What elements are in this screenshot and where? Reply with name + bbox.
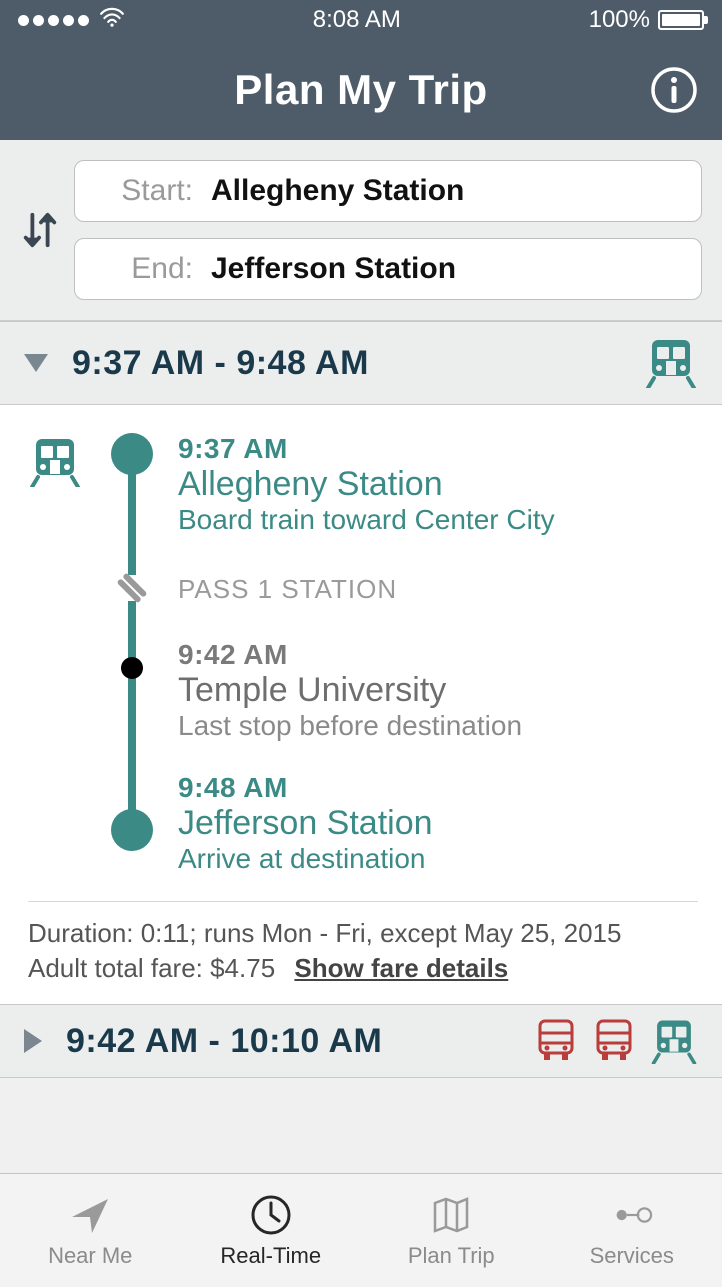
option-1-header[interactable]: 9:37 AM - 9:48 AM [0,321,722,405]
start-input[interactable]: Start: Allegheny Station [74,160,702,222]
end-value: Jefferson Station [211,252,456,286]
tab-near-me[interactable]: Near Me [0,1174,181,1287]
battery-percent: 100% [589,6,650,34]
bus-icon [592,1018,636,1062]
stop-mid: 9:42 AM Temple University Last stop befo… [178,639,698,742]
page-title: Plan My Trip [234,66,487,114]
timeline-dot-start [111,433,153,475]
timeline-dot-end [111,809,153,851]
info-button[interactable] [650,66,698,114]
battery-icon [658,10,704,30]
swap-button[interactable] [20,206,60,254]
tab-real-time-label: Real-Time [220,1243,321,1269]
option-1-detail: 9:37 AM Allegheny Station Board train to… [0,405,722,1004]
wifi-icon [99,6,125,35]
start-label: Start: [93,174,193,208]
chevron-down-icon [24,354,48,372]
depart-sub: Board train toward Center City [178,504,698,536]
swap-icon [20,206,60,254]
trip-inputs: Start: Allegheny Station End: Jefferson … [0,140,722,321]
status-time: 8:08 AM [313,6,401,34]
pass-stations-label: PASS 1 STATION [178,574,698,605]
timeline [104,433,160,873]
status-left [18,6,125,35]
option-1-time: 9:37 AM - 9:48 AM [72,344,369,383]
tab-services-label: Services [590,1243,674,1269]
fields: Start: Allegheny Station End: Jefferson … [74,160,702,300]
option-2-header[interactable]: 9:42 AM - 10:10 AM [0,1004,722,1078]
show-fare-details-link[interactable]: Show fare details [294,953,508,983]
option-2-time: 9:42 AM - 10:10 AM [66,1022,382,1061]
tab-bar: Near Me Real-Time Plan Trip Services [0,1173,722,1287]
tab-plan-trip-label: Plan Trip [408,1243,495,1269]
stop-depart: 9:37 AM Allegheny Station Board train to… [178,433,698,536]
status-bar: 8:08 AM 100% [0,0,722,40]
mid-sub: Last stop before destination [178,710,698,742]
compass-icon [68,1193,112,1237]
end-label: End: [93,252,193,286]
option-1-modes [644,338,698,388]
map-icon [429,1193,473,1237]
start-value: Allegheny Station [211,174,464,208]
services-icon [610,1193,654,1237]
bus-icon [534,1018,578,1062]
stop-arrive: 9:48 AM Jefferson Station Arrive at dest… [178,772,698,875]
arrive-sub: Arrive at destination [178,843,698,875]
tab-plan-trip[interactable]: Plan Trip [361,1174,542,1287]
clock-icon [249,1193,293,1237]
fare-line: Adult total fare: $4.75 [28,953,275,983]
info-icon [650,66,698,114]
arrive-name: Jefferson Station [178,804,698,843]
status-right: 100% [589,6,704,34]
header: Plan My Trip [0,40,722,140]
signal-dots-icon [18,15,89,26]
arrive-time: 9:48 AM [178,772,698,804]
timeline-skip-icon [117,575,147,601]
chevron-right-icon [24,1029,42,1053]
depart-time: 9:37 AM [178,433,698,465]
detail-mode-icon [28,433,86,875]
tab-real-time[interactable]: Real-Time [181,1174,362,1287]
mid-time: 9:42 AM [178,639,698,671]
train-icon [644,338,698,388]
depart-name: Allegheny Station [178,465,698,504]
timeline-dot-mid [121,657,143,679]
detail-footer: Duration: 0:11; runs Mon - Fri, except M… [28,901,698,986]
tab-near-me-label: Near Me [48,1243,132,1269]
end-input[interactable]: End: Jefferson Station [74,238,702,300]
train-icon [650,1018,698,1064]
option-2-modes [534,1018,698,1064]
tab-services[interactable]: Services [542,1174,722,1287]
mid-name: Temple University [178,671,698,710]
train-icon [28,437,82,487]
duration-line: Duration: 0:11; runs Mon - Fri, except M… [28,916,698,951]
